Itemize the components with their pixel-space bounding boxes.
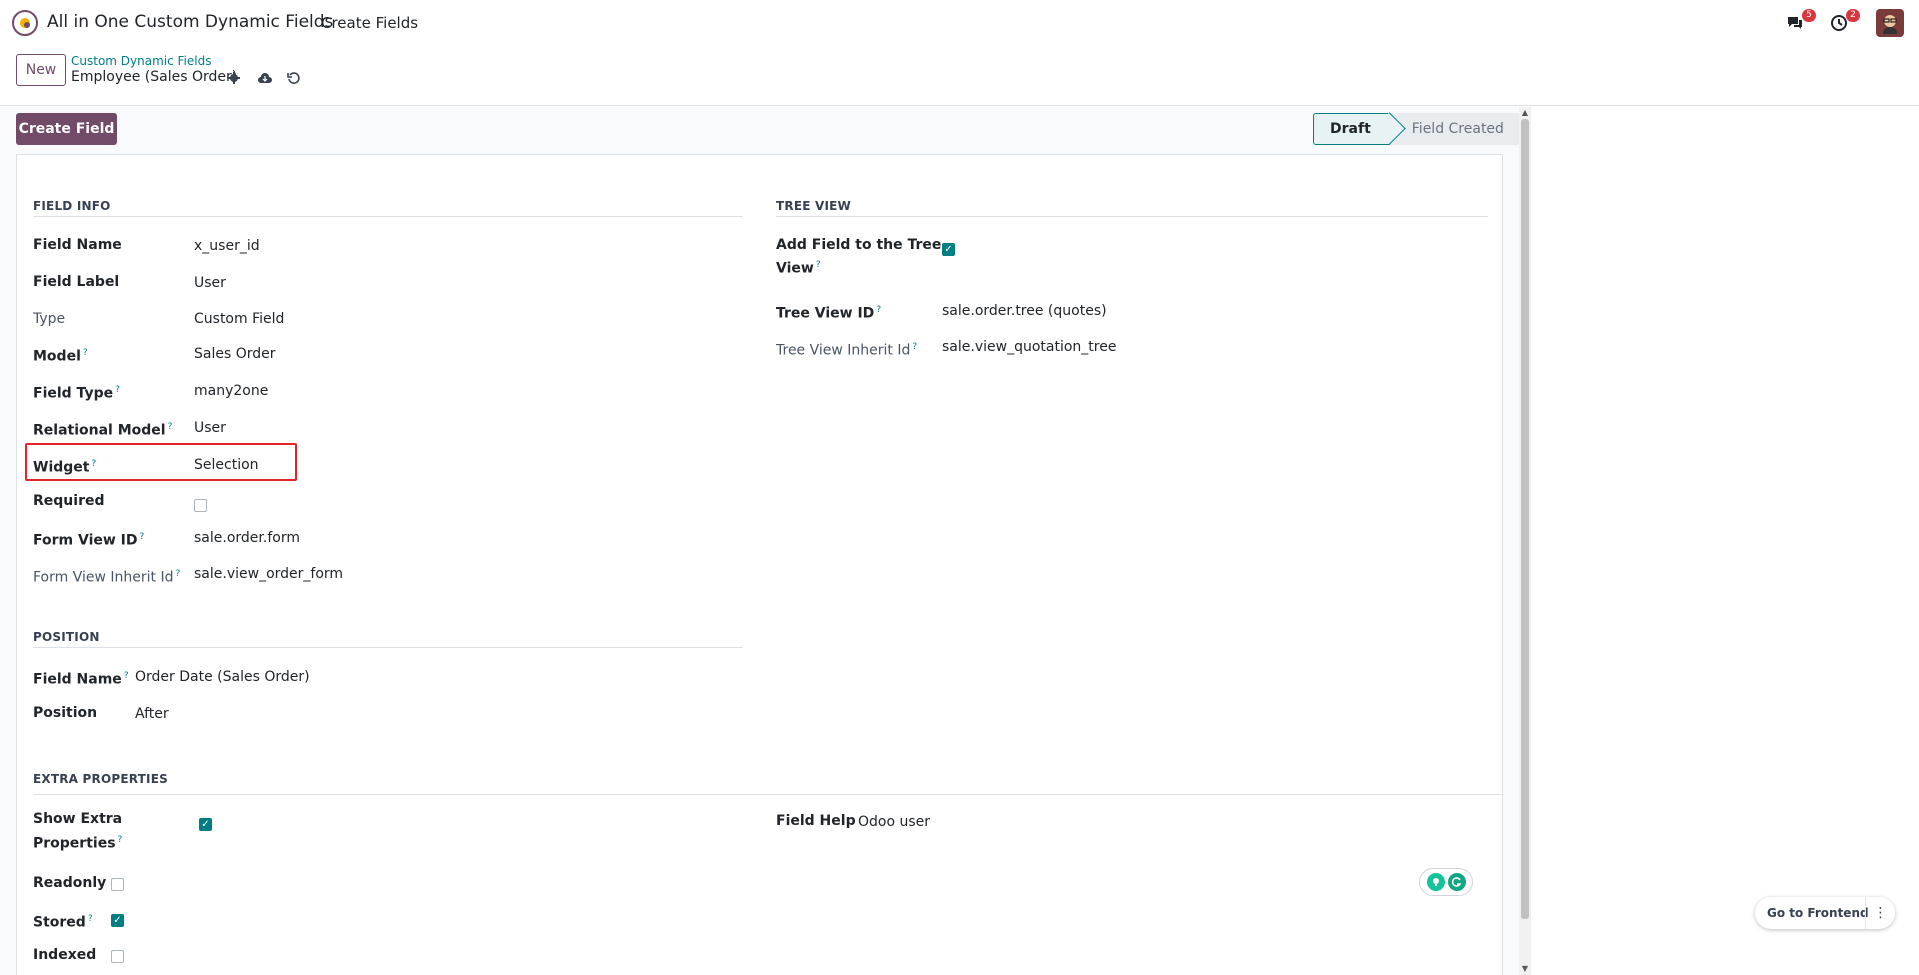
help-marker[interactable]: ? [168,422,173,432]
position-value[interactable]: After [135,704,169,724]
tree-view-id-value[interactable]: sale.order.tree (quotes) [942,301,1107,321]
field-help-value[interactable]: Odoo user [858,812,930,832]
form-view-inherit-label: Form View Inherit Id? [33,569,181,586]
help-marker[interactable]: ? [91,459,96,469]
section-field-info: FIELD INFO [33,199,111,213]
add-field-tree-checkbox[interactable]: ✓ [942,243,955,256]
form-content-area: Create Field Draft Field Created FIELD I… [0,107,1530,975]
help-marker[interactable]: ? [175,569,180,579]
app-home-icon[interactable] [12,10,38,36]
top-navbar: All in One Custom Dynamic Fields Create … [0,0,1919,46]
help-marker[interactable]: ? [912,342,917,352]
activities-icon[interactable]: 2 [1828,9,1860,34]
activities-badge: 2 [1846,9,1860,22]
status-draft[interactable]: Draft [1313,113,1390,145]
field-type-label: Field Type? [33,385,120,402]
add-field-tree-label-line1: Add Field to the Tree [776,237,942,253]
tree-view-id-label: Tree View ID? [776,305,882,322]
go-to-frontend-button[interactable]: Go to Frontend ⋮ [1755,897,1895,929]
scrollbar-thumb[interactable] [1521,119,1529,919]
type-label: Type [33,311,66,327]
lightbulb-icon[interactable] [1426,873,1445,891]
section-extra-properties: EXTRA PROPERTIES [33,772,168,786]
readonly-label: Readonly [33,875,107,891]
app-title[interactable]: All in One Custom Dynamic Fields [47,12,333,32]
go-to-frontend-label: Go to Frontend [1767,906,1869,920]
show-extra-label-line2: Properties? [33,835,123,852]
vertical-scrollbar[interactable]: ▲ ▼ [1519,107,1531,975]
field-label-label: Field Label [33,274,120,290]
help-marker[interactable]: ? [88,914,93,924]
field-name-label: Field Name [33,237,122,253]
discard-icon[interactable] [285,70,301,86]
indexed-checkbox[interactable] [111,950,124,963]
form-view-id-value[interactable]: sale.order.form [194,528,300,548]
user-avatar[interactable] [1876,9,1904,37]
scroll-down-arrow-icon[interactable]: ▼ [1521,965,1529,973]
field-name-value[interactable]: x_user_id [194,236,260,256]
position-label: Position [33,705,98,721]
widget-value[interactable]: Selection [194,455,259,475]
help-marker[interactable]: ? [115,385,120,395]
field-label-value[interactable]: User [194,273,226,293]
form-view-id-label: Form View ID? [33,532,145,549]
tree-view-inherit-label: Tree View Inherit Id? [776,342,918,359]
help-marker[interactable]: ? [816,260,821,270]
required-checkbox[interactable] [194,499,207,512]
tree-view-inherit-value: sale.view_quotation_tree [942,339,1117,355]
model-label: Model? [33,348,88,365]
section-divider [33,794,1504,795]
form-view-inherit-value: sale.view_order_form [194,566,344,582]
help-marker[interactable]: ? [876,305,881,315]
position-field-name-value[interactable]: Order Date (Sales Order) [135,667,310,687]
messages-icon[interactable]: 5 [1784,9,1816,34]
create-field-button[interactable]: Create Field [16,113,117,145]
section-divider [776,216,1488,217]
relational-model-value[interactable]: User [194,418,226,438]
position-field-name-label: Field Name? [33,671,129,688]
grammarly-widget[interactable] [1419,868,1473,896]
scroll-up-arrow-icon[interactable]: ▲ [1521,109,1529,117]
section-divider [33,647,743,648]
field-type-value[interactable]: many2one [194,381,268,401]
status-bar: Draft Field Created [1313,113,1520,145]
control-panel: New Custom Dynamic Fields Employee (Sale… [0,46,1919,106]
relational-model-label: Relational Model? [33,422,173,439]
grammarly-icon[interactable] [1447,873,1466,891]
show-extra-label-line1: Show Extra [33,811,123,827]
model-value[interactable]: Sales Order [194,344,276,364]
breadcrumb-current: Employee (Sales Order) [71,69,238,85]
required-label: Required [33,493,105,509]
section-tree-view: TREE VIEW [776,199,851,213]
help-marker[interactable]: ? [118,835,123,845]
breadcrumb-parent[interactable]: Custom Dynamic Fields [71,54,211,68]
indexed-label: Indexed [33,947,97,963]
help-marker[interactable]: ? [140,532,145,542]
add-field-tree-label-line2: View? [776,260,821,277]
gear-icon[interactable] [226,70,242,86]
help-marker[interactable]: ? [83,348,88,358]
show-extra-checkbox[interactable]: ✓ [199,818,212,831]
status-field-created[interactable]: Field Created [1389,113,1520,145]
stored-label: Stored? [33,914,93,931]
new-button[interactable]: New [16,54,66,86]
type-value: Custom Field [194,311,285,327]
stored-checkbox[interactable]: ✓ [111,914,124,927]
menu-create-fields[interactable]: Create Fields [321,14,418,32]
help-marker[interactable]: ? [124,671,129,681]
section-position: POSITION [33,630,100,644]
kebab-menu-icon[interactable]: ⋮ [1865,897,1895,929]
widget-label: Widget? [33,459,97,476]
form-sheet: FIELD INFO Field Name x_user_id Field La… [16,154,1504,975]
field-help-label: Field Help [776,813,856,829]
section-divider [33,216,743,217]
readonly-checkbox[interactable] [111,878,124,891]
messages-badge: 5 [1802,9,1816,22]
cloud-save-icon[interactable] [257,70,273,86]
